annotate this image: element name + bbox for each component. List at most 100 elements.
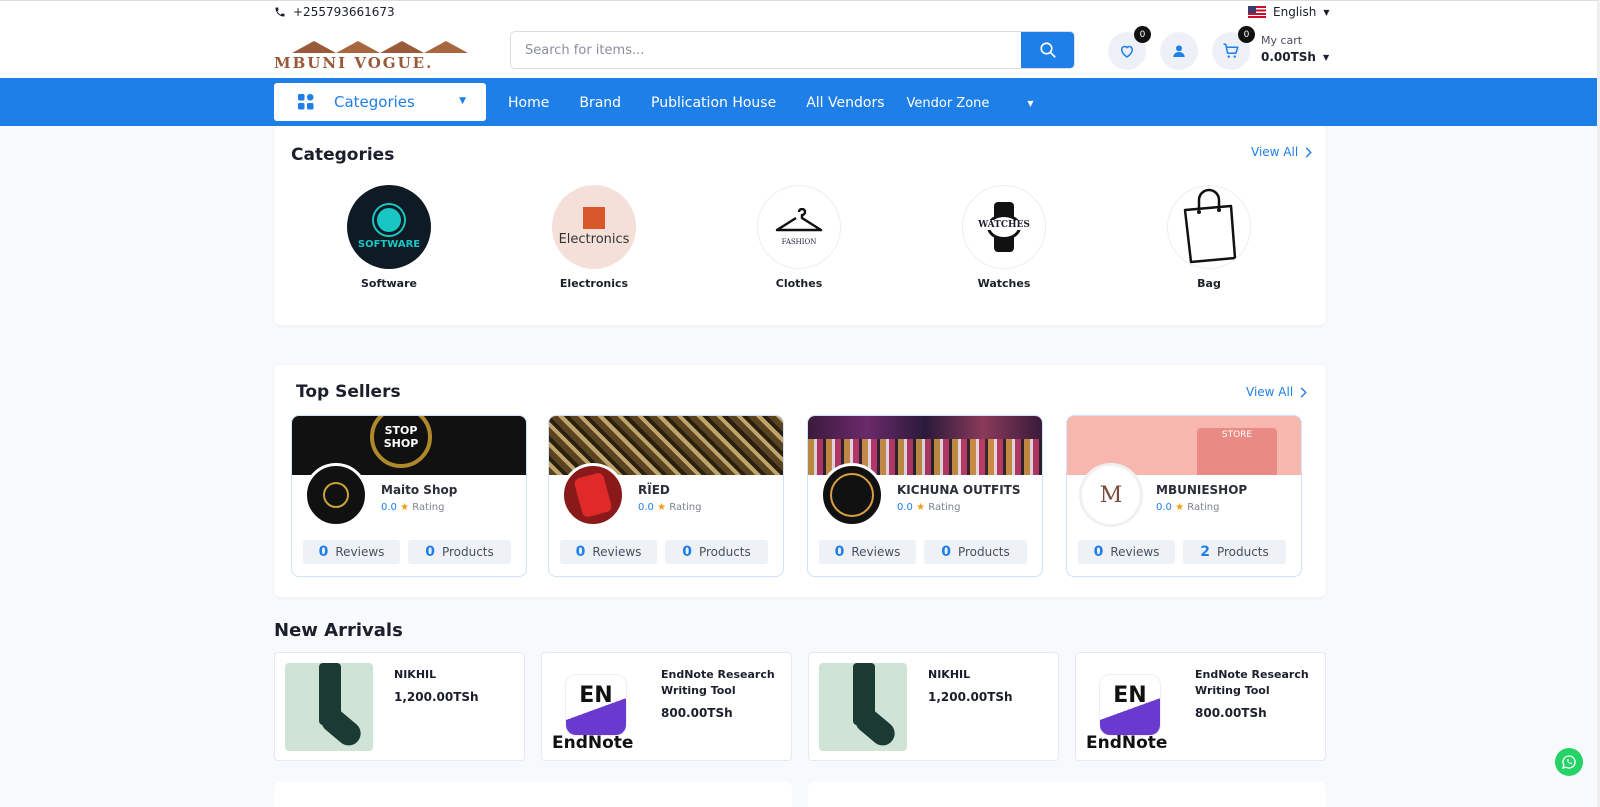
- star-icon: ★: [1175, 502, 1185, 513]
- product-price: 1,200.00TSh: [394, 690, 479, 704]
- seller-avatar: M: [1079, 463, 1143, 527]
- chevron-down-icon: ▼: [459, 96, 466, 106]
- star-icon: ★: [916, 502, 926, 513]
- product-name: NIKHIL: [928, 668, 971, 681]
- seller-avatar: [561, 463, 625, 527]
- category-software[interactable]: SOFTWARE Software: [329, 185, 449, 290]
- grid-icon: [298, 94, 314, 110]
- header: MBUNI VOGUE. 0 0 My cart 0.00TSh ▼: [0, 24, 1600, 78]
- view-all-label: View All: [1251, 145, 1299, 159]
- search-input[interactable]: [511, 32, 1021, 68]
- categories-view-all[interactable]: View All: [1251, 145, 1312, 159]
- top-rated-section: [808, 782, 1326, 807]
- whatsapp-chat-button[interactable]: [1555, 748, 1583, 776]
- top-sellers-view-all[interactable]: View All: [1246, 385, 1307, 399]
- electronics-image: Electronics: [552, 185, 636, 269]
- product-image: [285, 663, 373, 751]
- category-electronics[interactable]: Electronics Electronics: [534, 185, 654, 290]
- phone-icon: [275, 7, 285, 17]
- wishlist-count-badge: 0: [1134, 26, 1151, 43]
- seller-name: MBUNIESHOP: [1156, 483, 1248, 497]
- product-price: 800.00TSh: [661, 706, 733, 720]
- categories-label: Categories: [334, 93, 415, 111]
- watch-image: WATCHES: [962, 185, 1046, 269]
- seller-name: KICHUNA OUTFITS: [897, 483, 1021, 497]
- language-selector[interactable]: English ▼: [1248, 5, 1330, 19]
- categories-title: Categories: [291, 145, 395, 165]
- top-sellers-section: Top Sellers View All STOP SHOP Maito Sho…: [274, 365, 1326, 597]
- search-button[interactable]: [1021, 32, 1074, 68]
- product-name: NIKHIL: [394, 668, 437, 681]
- seller-rating: 0.0 ★ Rating: [381, 502, 445, 513]
- seller-card-ried[interactable]: RÏED 0.0 ★ Rating 0 Reviews 0 Products: [548, 415, 784, 577]
- nav-all-vendors[interactable]: All Vendors: [806, 95, 884, 111]
- chevron-right-icon: [1305, 146, 1312, 158]
- nav-publication-house[interactable]: Publication House: [651, 95, 776, 111]
- category-name: Clothes: [775, 277, 823, 290]
- product-name: EndNote Research Writing Tool: [661, 668, 775, 697]
- us-flag-icon: [1248, 6, 1266, 18]
- seller-rating: 0.0 ★ Rating: [1156, 502, 1220, 513]
- cart-label: My cart: [1261, 34, 1303, 47]
- site-logo[interactable]: MBUNI VOGUE.: [274, 35, 480, 73]
- seller-avatar: [820, 463, 884, 527]
- account-button[interactable]: [1160, 32, 1198, 70]
- seller-reviews: 0 Reviews: [560, 540, 657, 564]
- seller-rating: 0.0 ★ Rating: [897, 502, 961, 513]
- product-image: EN EndNote: [1086, 663, 1174, 751]
- language-label: English: [1273, 5, 1317, 19]
- cart-summary[interactable]: My cart 0.00TSh ▼: [1261, 34, 1329, 64]
- categories-section: Categories View All SOFTWARE Software El…: [274, 126, 1326, 325]
- category-name: Software: [361, 277, 417, 290]
- cart-total: 0.00TSh: [1261, 50, 1316, 64]
- seller-reviews: 0 Reviews: [1078, 540, 1175, 564]
- category-name: Electronics: [559, 277, 629, 290]
- user-icon: [1173, 45, 1185, 57]
- bag-image: [1167, 185, 1251, 269]
- logo-text: MBUNI VOGUE.: [274, 54, 434, 72]
- seller-reviews: 0 Reviews: [819, 540, 916, 564]
- arrival-card[interactable]: NIKHIL 1,200.00TSh: [808, 652, 1059, 761]
- seller-products: 0 Products: [665, 540, 768, 564]
- chevron-down-icon: ▼: [1322, 52, 1330, 62]
- product-price: 1,200.00TSh: [928, 690, 1013, 704]
- category-watches[interactable]: WATCHES Watches: [944, 185, 1064, 290]
- heart-icon: [1120, 45, 1134, 58]
- category-bag[interactable]: Bag: [1149, 185, 1269, 290]
- nav-home[interactable]: Home: [508, 95, 549, 111]
- chevron-down-icon: ▼: [1323, 7, 1330, 17]
- software-image: SOFTWARE: [347, 185, 431, 269]
- cart-button[interactable]: 0: [1212, 26, 1255, 70]
- seller-card-kichuna-outfits[interactable]: KICHUNA OUTFITS 0.0 ★ Rating 0 Reviews 0P…: [807, 415, 1043, 577]
- phone-contact[interactable]: +255793661673: [274, 5, 395, 19]
- bestselling-section: [274, 782, 792, 807]
- seller-card-maito-shop[interactable]: STOP SHOP Maito Shop 0.0 ★ Rating 0 Revie…: [291, 415, 527, 577]
- chevron-down-icon: ▼: [1027, 98, 1034, 108]
- seller-name: Maito Shop: [381, 483, 458, 497]
- category-name: Bag: [1197, 277, 1221, 290]
- arrival-card[interactable]: NIKHIL 1,200.00TSh: [274, 652, 525, 761]
- wishlist-button[interactable]: 0: [1108, 26, 1151, 70]
- product-price: 800.00TSh: [1195, 706, 1267, 720]
- category-name: Watches: [977, 277, 1031, 290]
- main-navbar: Categories ▼ Home Brand Publication Hous…: [0, 78, 1600, 126]
- hanger-image: FASHION: [757, 185, 841, 269]
- category-clothes[interactable]: FASHION Clothes: [739, 185, 859, 290]
- nav-vendor-zone[interactable]: Vendor Zone ▼: [907, 95, 1064, 111]
- top-bar: +255793661673 English ▼: [0, 0, 1600, 24]
- vendor-zone-label: Vendor Zone: [906, 95, 990, 111]
- arrival-card[interactable]: EN EndNote EndNote Research Writing Tool…: [1075, 652, 1326, 761]
- seller-card-mbunieshop[interactable]: STORE M MBUNIESHOP 0.0 ★ Rating 0 Reviews…: [1066, 415, 1302, 577]
- seller-name: RÏED: [638, 483, 670, 497]
- whatsapp-icon: [1562, 755, 1576, 769]
- seller-products: 2 Products: [1183, 540, 1286, 564]
- search-bar: [510, 31, 1075, 69]
- nav-brand[interactable]: Brand: [579, 95, 621, 111]
- chevron-right-icon: [1300, 386, 1307, 398]
- cart-icon: [1223, 43, 1239, 58]
- product-image: EN EndNote: [552, 663, 640, 751]
- arrival-card[interactable]: EN EndNote EndNote Research Writing Tool…: [541, 652, 792, 761]
- cart-count-badge: 0: [1238, 26, 1255, 43]
- product-name: EndNote Research Writing Tool: [1195, 668, 1309, 697]
- categories-dropdown[interactable]: Categories ▼: [274, 83, 486, 121]
